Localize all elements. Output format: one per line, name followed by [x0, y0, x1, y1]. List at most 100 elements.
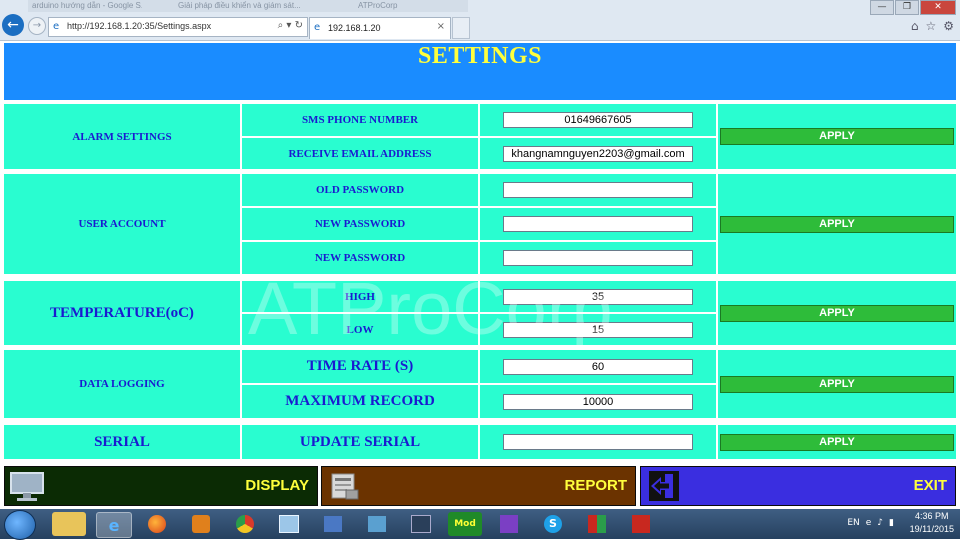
- chrome-icon[interactable]: [228, 512, 262, 536]
- confirm-password-input[interactable]: [503, 250, 693, 266]
- exit-arrow-icon: [649, 471, 679, 501]
- email-address-label: RECEIVE EMAIL ADDRESS: [288, 147, 432, 160]
- mod-icon[interactable]: Mod: [448, 512, 482, 536]
- confirm-password-label-cell: NEW PASSWORD: [242, 242, 478, 274]
- minimize-button[interactable]: —: [870, 0, 894, 15]
- bottom-navigation: DISPLAY REPORT EXIT: [0, 464, 960, 508]
- low-input-cell: 15: [480, 314, 716, 345]
- exit-button[interactable]: EXIT: [640, 466, 956, 506]
- settings-tool-icon[interactable]: [316, 512, 350, 536]
- report-button[interactable]: REPORT: [321, 466, 636, 506]
- display-label: DISPLAY: [245, 477, 309, 494]
- max-record-input-cell: 10000: [480, 385, 716, 418]
- flash-icon[interactable]: [580, 512, 614, 536]
- system-tray: EN e ♪ ▮: [847, 518, 894, 528]
- high-label: HIGH: [345, 290, 375, 303]
- data-logging-label: DATA LOGGING: [79, 378, 165, 390]
- new-password-label-cell: NEW PASSWORD: [242, 208, 478, 240]
- favorites-icon[interactable]: ☆: [925, 19, 936, 33]
- maximum-record-input[interactable]: 10000: [503, 393, 693, 410]
- sql-icon[interactable]: [404, 512, 438, 536]
- volume-icon[interactable]: ♪: [877, 518, 883, 528]
- update-serial-label-cell: UPDATE SERIAL: [242, 425, 478, 459]
- taskbar: e Mod S EN e ♪ ▮ 4:36 PM 19/11/2015: [0, 509, 960, 540]
- maximize-button[interactable]: ❐: [895, 0, 919, 15]
- background-tabs: arduino hướng dẫn - Google S... Giải phá…: [28, 0, 468, 12]
- forward-button[interactable]: →: [28, 17, 46, 35]
- media-player-icon[interactable]: [184, 512, 218, 536]
- temperature-section-cell: TEMPERATURE(oC): [4, 281, 240, 345]
- user-apply-button[interactable]: APPLY: [720, 215, 954, 233]
- user-apply-cell: APPLY: [718, 174, 956, 274]
- background-tab[interactable]: Giải pháp điều khiển và giám sát...: [178, 1, 328, 11]
- serial-apply-button[interactable]: APPLY: [720, 433, 954, 451]
- file-explorer-icon[interactable]: [52, 512, 86, 536]
- user-account-label: USER ACCOUNT: [78, 218, 166, 230]
- page-title: SETTINGS: [417, 43, 543, 69]
- active-tab[interactable]: e 192.168.1.20 ×: [309, 17, 451, 39]
- close-window-button[interactable]: ✕: [920, 0, 956, 15]
- tools-icon[interactable]: [360, 512, 394, 536]
- update-serial-label: UPDATE SERIAL: [299, 433, 421, 450]
- new-tab-button[interactable]: [452, 17, 470, 39]
- address-tools-icon[interactable]: ⌕ ▾ ↻: [278, 20, 303, 31]
- alarm-settings-label: ALARM SETTINGS: [72, 130, 172, 143]
- maximum-record-label: MAXIMUM RECORD: [285, 393, 435, 409]
- page-header: SETTINGS: [4, 43, 956, 100]
- update-serial-input[interactable]: [503, 434, 693, 450]
- alarm-apply-cell: APPLY: [718, 104, 956, 169]
- time-rate-input[interactable]: 60: [503, 358, 693, 375]
- window-controls: — ❐ ✕: [870, 0, 956, 15]
- high-temperature-input[interactable]: 35: [503, 288, 693, 305]
- email-label-cell: RECEIVE EMAIL ADDRESS: [242, 138, 478, 169]
- old-password-input-cell: [480, 174, 716, 206]
- time-rate-input-cell: 60: [480, 350, 716, 383]
- firefox-icon[interactable]: [140, 512, 174, 536]
- acrobat-icon[interactable]: [624, 512, 658, 536]
- clock[interactable]: 4:36 PM 19/11/2015: [910, 510, 954, 536]
- temperature-label: TEMPERATURE(oC): [50, 304, 194, 321]
- confirm-password-label: NEW PASSWORD: [314, 252, 406, 264]
- alarm-apply-button[interactable]: APPLY: [720, 128, 954, 145]
- ie-icon: e: [314, 22, 321, 33]
- toolbar-icons: ⌂ ☆ ⚙: [911, 19, 954, 33]
- clock-date: 19/11/2015: [909, 524, 954, 534]
- background-tab[interactable]: ATProCorp: [358, 1, 418, 11]
- network-icon[interactable]: [272, 512, 306, 536]
- settings-page: SETTINGS ALARM SETTINGS SMS PHONE NUMBER…: [0, 41, 960, 465]
- email-address-input[interactable]: khangnamnguyen2203@gmail.com: [503, 145, 693, 162]
- background-tab[interactable]: arduino hướng dẫn - Google S...: [32, 1, 142, 11]
- new-password-input[interactable]: [503, 216, 693, 232]
- serial-apply-cell: APPLY: [718, 425, 956, 459]
- time-rate-label: TIME RATE (S): [306, 358, 414, 374]
- ie-icon: e: [53, 21, 60, 32]
- tab-close-icon[interactable]: ×: [437, 21, 445, 32]
- temperature-apply-button[interactable]: APPLY: [720, 304, 954, 322]
- low-temperature-input[interactable]: 15: [503, 321, 693, 338]
- skype-icon[interactable]: S: [536, 512, 570, 536]
- language-indicator[interactable]: EN: [847, 518, 859, 528]
- new-password-label: NEW PASSWORD: [314, 218, 406, 230]
- report-label: REPORT: [564, 477, 627, 494]
- internet-explorer-icon[interactable]: e: [96, 512, 132, 538]
- confirm-password-input-cell: [480, 242, 716, 274]
- gear-icon[interactable]: ⚙: [943, 19, 954, 33]
- url-text[interactable]: http://192.168.1.20:35/Settings.aspx: [67, 21, 211, 31]
- time-rate-label-cell: TIME RATE (S): [242, 350, 478, 383]
- address-bar[interactable]: e http://192.168.1.20:35/Settings.aspx ⌕…: [48, 17, 308, 37]
- ie-tray-icon[interactable]: e: [866, 518, 872, 528]
- old-password-input[interactable]: [503, 182, 693, 198]
- alarm-section-cell: ALARM SETTINGS: [4, 104, 240, 169]
- logging-apply-button[interactable]: APPLY: [720, 375, 954, 393]
- low-label-cell: LOW: [242, 314, 478, 345]
- home-icon[interactable]: ⌂: [911, 19, 919, 33]
- visual-studio-icon[interactable]: [492, 512, 526, 536]
- low-label: LOW: [346, 323, 374, 336]
- sms-phone-input[interactable]: 01649667605: [503, 112, 693, 128]
- display-button[interactable]: DISPLAY: [4, 466, 318, 506]
- signal-icon[interactable]: ▮: [889, 518, 894, 528]
- start-button[interactable]: [4, 510, 36, 540]
- logging-section-cell: DATA LOGGING: [4, 350, 240, 418]
- tab-title: 192.168.1.20: [328, 23, 381, 33]
- back-button[interactable]: ←: [2, 14, 24, 36]
